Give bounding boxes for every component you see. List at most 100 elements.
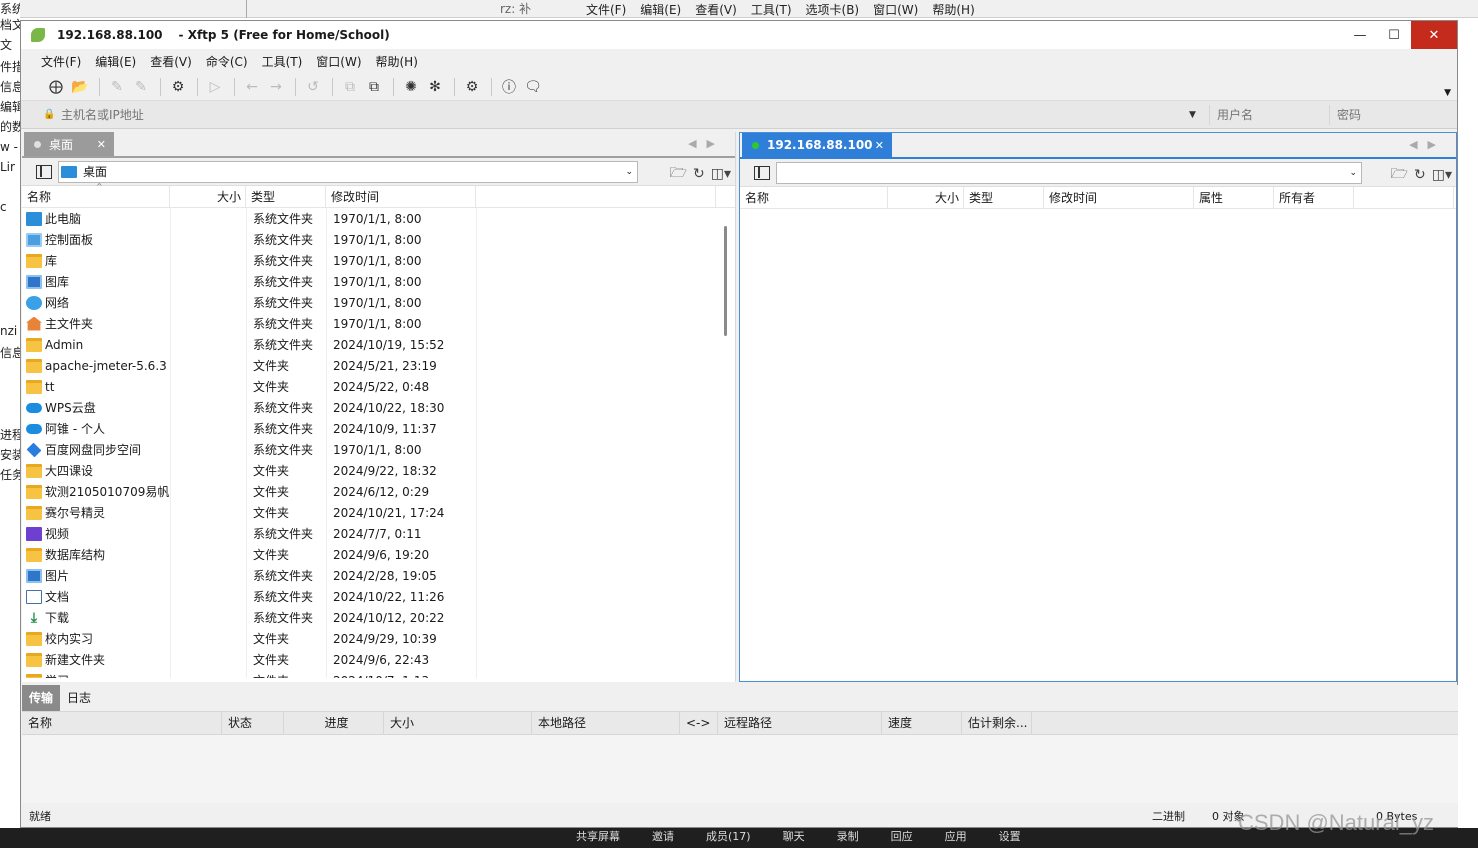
background-menu-item: 编辑(E) [640,3,682,17]
minimize-icon[interactable]: — [1343,21,1377,49]
file-row[interactable]: 图片 系统文件夹 2024/2/28, 19:05 [22,565,735,586]
copy-icon[interactable]: ⧉ [339,76,361,98]
transfer-col-header[interactable]: 估计剩余... [962,712,1032,734]
file-row[interactable]: 大四课设 文件夹 2024/9/22, 18:32 [22,460,735,481]
xftp-icon[interactable]: ✻ [424,76,446,98]
password-input[interactable] [1329,105,1449,125]
file-row[interactable]: 数据库结构 文件夹 2024/9/6, 19:20 [22,544,735,565]
tab-close-icon[interactable]: ✕ [875,139,884,152]
title-bar[interactable]: 192.168.88.100 - Xftp 5 (Free for Home/S… [21,21,1457,49]
file-row[interactable]: 网络 系统文件夹 1970/1/1, 8:00 [22,292,735,313]
transfer-col-header[interactable]: 本地路径 [532,712,680,734]
tab-close-icon[interactable]: ✕ [97,138,106,151]
file-row[interactable]: 软测2105010709易帆 文件夹 2024/6/12, 0:29 [22,481,735,502]
tab-scroll-arrows-icon[interactable]: ◀▶ [688,137,725,150]
col-name-header[interactable]: 名称 [740,187,888,208]
file-row[interactable]: Admin 系统文件夹 2024/10/19, 15:52 [22,334,735,355]
file-row[interactable]: 主文件夹 系统文件夹 1970/1/1, 8:00 [22,313,735,334]
tab-local-desktop[interactable]: 桌面 ✕ [24,132,114,156]
toolbar-overflow-icon[interactable]: ▼ [1444,88,1451,98]
xshell-icon[interactable]: ✺ [400,76,422,98]
transfer-list[interactable] [22,735,1458,803]
col-size-header[interactable]: 大小 [888,187,964,208]
menu-item[interactable]: 文件(F) [41,53,81,70]
file-name: Admin [45,337,84,352]
menu-item[interactable]: 窗口(W) [316,53,361,70]
new-folder-icon[interactable]: 🗁 [670,162,687,186]
refresh-icon[interactable]: ↻ [1414,167,1426,183]
col-mtime-header[interactable]: 修改时间 [326,186,476,207]
transfer-col-header[interactable]: 远程路径 [718,712,882,734]
menu-item[interactable]: 帮助(H) [376,53,418,70]
settings-gear-icon[interactable]: ⚙ [461,76,483,98]
path-dropdown-icon[interactable]: ⌄ [1349,168,1357,178]
terminal-icon[interactable]: ▷ [204,76,226,98]
file-row[interactable]: 赛尔号精灵 文件夹 2024/10/21, 17:24 [22,502,735,523]
menu-item[interactable]: 编辑(E) [95,53,136,70]
lock-icon: 🔒 [43,109,56,120]
transfer-col-header[interactable]: 大小 [384,712,532,734]
connect-icon[interactable]: ✎ [106,76,128,98]
file-row[interactable]: WPS云盘 系统文件夹 2024/10/22, 18:30 [22,397,735,418]
transfer-col-header[interactable]: 状态 [222,712,284,734]
file-row[interactable]: 学习 文件夹2024/10/7, 1:13 [22,670,735,678]
menu-item[interactable]: 工具(T) [262,53,303,70]
menu-item[interactable]: 命令(C) [206,53,248,70]
file-row[interactable]: 阿锥 - 个人 系统文件夹 2024/10/9, 11:37 [22,418,735,439]
close-icon[interactable]: ✕ [1411,21,1457,49]
paste-icon[interactable]: ⧉ [363,76,385,98]
remote-path-combo[interactable]: ⌄ [776,161,1362,184]
tab-scroll-arrows-icon[interactable]: ◀▶ [1409,138,1446,151]
col-owner-header[interactable]: 所有者 [1274,187,1354,208]
transfer-col-header[interactable]: <-> [680,712,718,734]
file-row[interactable]: 百度网盘同步空间 系统文件夹 1970/1/1, 8:00 [22,439,735,460]
file-row[interactable]: ⤓ 下载 系统文件夹 2024/10/12, 20:22 [22,607,735,628]
col-type-header[interactable]: 类型 [246,186,326,207]
view-mode-icon[interactable]: ◫▾ [1432,167,1452,183]
file-row[interactable]: 新建文件夹 文件夹 2024/9/6, 22:43 [22,649,735,670]
menu-item[interactable]: 查看(V) [150,53,192,70]
tab-log[interactable]: 日志 [60,685,98,711]
file-row[interactable]: 此电脑 系统文件夹 1970/1/1, 8:00 [22,208,735,229]
file-row[interactable]: 图库 系统文件夹 1970/1/1, 8:00 [22,271,735,292]
file-row[interactable]: 校内实习 文件夹 2024/9/29, 10:39 [22,628,735,649]
view-mode-icon[interactable]: ◫▾ [711,166,731,182]
forward-icon[interactable]: → [265,76,287,98]
path-dropdown-icon[interactable]: ⌄ [625,167,633,177]
local-path-combo[interactable]: 桌面 ⌄ [58,160,638,183]
transfer-col-header[interactable]: 速度 [882,712,962,734]
open-folder-icon[interactable]: 📂 [69,76,91,98]
properties-icon[interactable]: ⚙ [167,76,189,98]
transfer-col-header[interactable]: 名称 [22,712,222,734]
file-row[interactable]: 控制面板 系统文件夹 1970/1/1, 8:00 [22,229,735,250]
new-folder-icon[interactable]: 🗁 [1391,163,1408,187]
transfer-col-header[interactable]: 进度 [284,712,384,734]
file-row[interactable]: 库 系统文件夹 1970/1/1, 8:00 [22,250,735,271]
help-icon[interactable]: ⓘ [498,76,520,98]
col-attributes-header[interactable]: 属性 [1194,187,1274,208]
tab-transfer[interactable]: 传输 [22,685,61,711]
col-type-header[interactable]: 类型 [964,187,1044,208]
col-size-header[interactable]: 大小 [170,186,246,207]
back-icon[interactable]: ← [241,76,263,98]
refresh-icon[interactable]: ↺ [302,76,324,98]
vertical-scrollbar[interactable] [724,226,727,336]
host-dropdown-icon[interactable]: ▼ [1189,110,1203,120]
remote-file-list[interactable] [740,209,1456,679]
file-row[interactable]: 文档 系统文件夹 2024/10/22, 11:26 [22,586,735,607]
new-session-icon[interactable]: ⨁ [45,76,67,98]
file-row[interactable]: 视频 系统文件夹 2024/7/7, 0:11 [22,523,735,544]
tab-remote-host[interactable]: 192.168.88.100 ✕ [742,133,892,157]
file-row[interactable]: apache-jmeter-5.6.3 文件夹 2024/5/21, 23:19 [22,355,735,376]
file-row[interactable]: tt 文件夹 2024/5/22, 0:48 [22,376,735,397]
maximize-icon[interactable]: ☐ [1377,21,1411,49]
panel-toggle-icon[interactable] [754,165,770,180]
panel-toggle-icon[interactable] [36,164,52,179]
host-input[interactable] [61,104,1189,125]
transfer-mode[interactable]: 二进制 [1152,808,1185,824]
username-input[interactable] [1209,105,1325,125]
disconnect-icon[interactable]: ✎ [130,76,152,98]
refresh-icon[interactable]: ↻ [693,166,705,182]
col-mtime-header[interactable]: 修改时间 [1044,187,1194,208]
chat-icon[interactable]: 🗨 [522,76,544,98]
